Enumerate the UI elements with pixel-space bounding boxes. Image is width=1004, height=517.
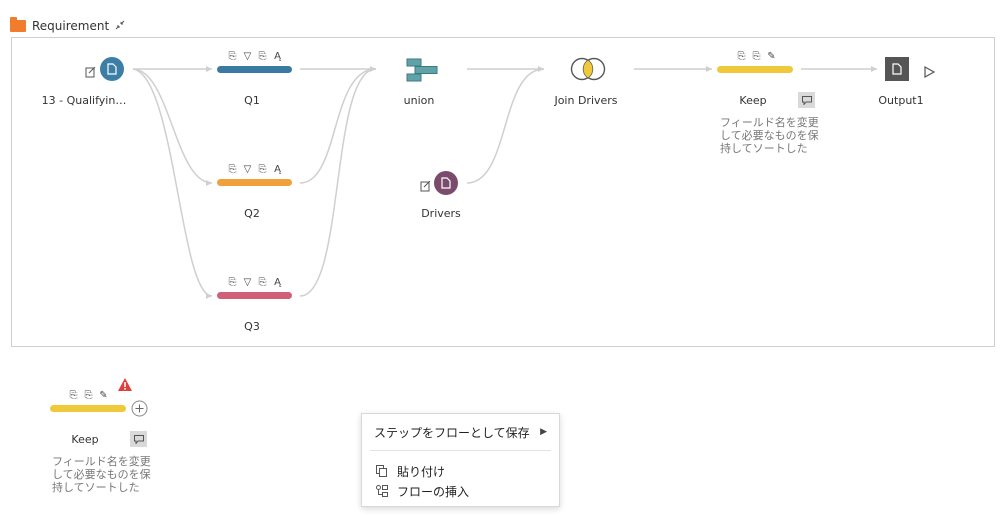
q2-toolbar: ⎘ ▽ ⎘ Ą	[227, 164, 283, 175]
keep-label[interactable]: Keep	[698, 94, 808, 107]
filter-icon: ▽	[243, 277, 252, 288]
paste-icon	[376, 465, 388, 477]
output-label[interactable]: Output1	[846, 94, 956, 107]
warning-icon[interactable]	[117, 377, 133, 396]
filter-icon: ▽	[243, 51, 252, 62]
menu-item-paste[interactable]: 貼り付け	[362, 462, 559, 480]
comment-icon[interactable]	[130, 431, 147, 447]
rename-icon: Ą	[274, 51, 281, 62]
edit-icon: ✎	[99, 390, 108, 401]
link-q2-union	[299, 68, 377, 184]
join-label[interactable]: Join Drivers	[531, 94, 641, 107]
context-menu: ステップをフローとして保存 ▶ 貼り付け フローの挿入	[361, 413, 560, 507]
loose-keep-node[interactable]	[50, 405, 126, 412]
drivers-edit-icon[interactable]	[420, 177, 431, 196]
run-icon[interactable]	[924, 63, 936, 82]
chevron-right-icon: ▶	[540, 427, 547, 437]
rename-icon: Ą	[274, 164, 281, 175]
input-node-label[interactable]: 13 - Qualifyin…	[29, 94, 139, 107]
union-label[interactable]: union	[364, 94, 474, 107]
keep-node[interactable]	[717, 66, 793, 73]
loose-keep-description: フィールド名を変更 して必要なものを保 持してソートした	[52, 455, 151, 494]
q3-label[interactable]: Q3	[197, 320, 307, 333]
link-drivers-join	[466, 68, 545, 184]
q1-node[interactable]	[217, 66, 292, 73]
document-icon: ⎘	[69, 390, 78, 401]
document-icon: ⎘	[228, 277, 237, 288]
loose-keep-toolbar: ⎘ ⎘ ✎	[68, 390, 109, 401]
loose-keep-label[interactable]: Keep	[30, 433, 140, 446]
rename-icon: Ą	[274, 277, 281, 288]
input-node[interactable]	[100, 57, 124, 81]
q2-node[interactable]	[217, 179, 292, 186]
input-edit-icon[interactable]	[85, 63, 96, 82]
keep-toolbar: ⎘ ⎘ ✎	[736, 51, 777, 62]
q1-toolbar: ⎘ ▽ ⎘ Ą	[227, 51, 283, 62]
rename-icon: ⎘	[258, 51, 267, 62]
q1-label[interactable]: Q1	[197, 94, 307, 107]
q3-toolbar: ⎘ ▽ ⎘ Ą	[227, 277, 283, 288]
comment-icon[interactable]	[798, 92, 815, 108]
output-icon	[892, 63, 902, 75]
insert-flow-icon	[376, 485, 388, 497]
document-icon	[441, 177, 451, 189]
rename-icon: ⎘	[258, 164, 267, 175]
keep-description: フィールド名を変更 して必要なものを保 持してソートした	[720, 116, 819, 155]
add-icon[interactable]	[131, 400, 148, 421]
menu-item-insert-flow[interactable]: フローの挿入	[362, 482, 559, 500]
rename-icon: ⎘	[84, 390, 93, 401]
q3-node[interactable]	[217, 292, 292, 299]
menu-separator	[370, 450, 551, 451]
filter-icon: ▽	[243, 164, 252, 175]
edit-icon: ✎	[767, 51, 776, 62]
output-node[interactable]	[885, 57, 909, 81]
rename-icon: ⎘	[752, 51, 761, 62]
document-icon: ⎘	[228, 51, 237, 62]
document-icon: ⎘	[737, 51, 746, 62]
document-icon: ⎘	[228, 164, 237, 175]
union-icon[interactable]	[406, 58, 438, 86]
document-icon	[107, 63, 117, 75]
drivers-label[interactable]: Drivers	[386, 207, 496, 220]
rename-icon: ⎘	[258, 277, 267, 288]
menu-item-save-as-flow[interactable]: ステップをフローとして保存 ▶	[362, 423, 559, 441]
q2-label[interactable]: Q2	[197, 207, 307, 220]
join-icon[interactable]	[568, 57, 608, 85]
drivers-node[interactable]	[434, 171, 458, 195]
